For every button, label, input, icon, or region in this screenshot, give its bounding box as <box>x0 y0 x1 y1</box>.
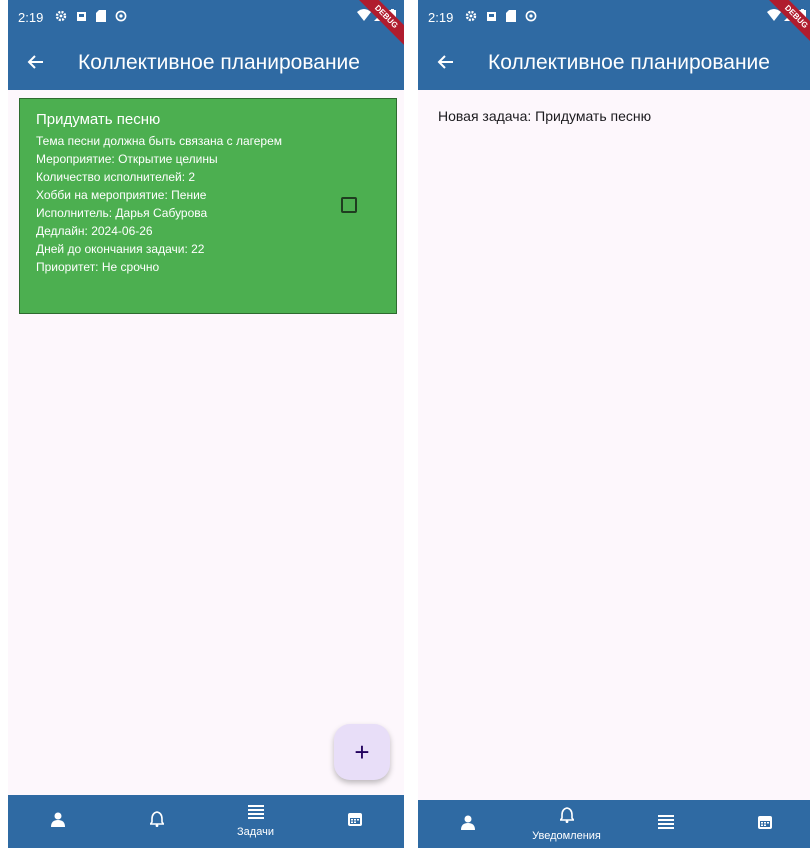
task-deadline: Дедлайн: 2024-06-26 <box>36 224 153 238</box>
data-saver-icon <box>115 10 127 25</box>
notification-item[interactable]: Новая задача: Придумать песню <box>438 108 651 124</box>
title-bar: Коллективное планирование <box>418 38 810 88</box>
status-time: 2:19 <box>428 9 454 25</box>
task-hobby: Хобби на мероприятие: Пение <box>36 188 207 202</box>
title-bar: Коллективное планирование <box>8 38 404 88</box>
calendar-icon <box>347 811 363 832</box>
notification-square-icon <box>486 10 497 25</box>
nav-item-tasks[interactable] <box>616 800 715 848</box>
nav-label-notifications: Уведомления <box>532 829 601 842</box>
task-days-left: Дней до окончания задачи: 22 <box>36 242 205 256</box>
sim-card-icon <box>96 9 107 25</box>
nav-item-calendar[interactable] <box>715 800 810 848</box>
task-description: Тема песни должна быть связана с лагерем <box>36 134 283 148</box>
app-bar: 2:19 DEBUG Коллективное планирование <box>418 0 810 90</box>
person-icon <box>460 814 476 835</box>
status-bar: 2:19 DEBUG <box>8 0 404 45</box>
nav-item-profile[interactable] <box>8 795 107 848</box>
calendar-icon <box>757 814 773 835</box>
notification-square-icon <box>76 10 87 25</box>
nav-item-notifications[interactable]: Уведомления <box>517 800 616 848</box>
bottom-nav: Уведомления <box>418 800 810 848</box>
right-screen: 2:19 DEBUG Коллективное планирование Нов… <box>418 0 810 848</box>
left-screen: 2:19 DEBUG Коллективное планирование При… <box>8 0 404 848</box>
gear-icon <box>465 10 477 25</box>
status-time: 2:19 <box>18 9 44 25</box>
app-bar: 2:19 DEBUG Коллективное планирование <box>8 0 404 90</box>
nav-item-calendar[interactable] <box>305 795 404 848</box>
bottom-nav: Задачи <box>8 795 404 848</box>
status-bar: 2:19 DEBUG <box>418 0 810 45</box>
bell-icon <box>558 806 575 828</box>
task-priority: Приоритет: Не срочно <box>36 260 160 274</box>
sim-card-icon <box>506 9 517 25</box>
list-icon <box>657 814 674 834</box>
task-done-checkbox[interactable] <box>341 197 357 213</box>
wifi-icon <box>767 9 781 24</box>
gear-icon <box>55 10 67 25</box>
person-icon <box>50 811 66 832</box>
bell-icon <box>148 811 165 832</box>
task-title: Придумать песню <box>36 111 161 128</box>
nav-item-tasks[interactable]: Задачи <box>206 795 305 848</box>
list-icon <box>247 805 264 824</box>
data-saver-icon <box>525 10 537 25</box>
add-task-button[interactable]: + <box>334 724 390 780</box>
task-card[interactable]: Придумать песню Тема песни должна быть с… <box>19 98 397 314</box>
task-performers-count: Количество исполнителей: 2 <box>36 170 196 184</box>
back-arrow-icon[interactable] <box>418 50 472 76</box>
task-performer: Исполнитель: Дарья Сабурова <box>36 206 208 220</box>
nav-item-notifications[interactable] <box>107 795 206 848</box>
back-arrow-icon[interactable] <box>8 50 62 76</box>
nav-item-profile[interactable] <box>418 800 517 848</box>
task-event: Мероприятие: Открытие целины <box>36 152 218 166</box>
page-title: Коллективное планирование <box>488 51 770 74</box>
wifi-icon <box>357 9 371 24</box>
page-title: Коллективное планирование <box>78 51 360 74</box>
nav-label-tasks: Задачи <box>237 826 274 838</box>
